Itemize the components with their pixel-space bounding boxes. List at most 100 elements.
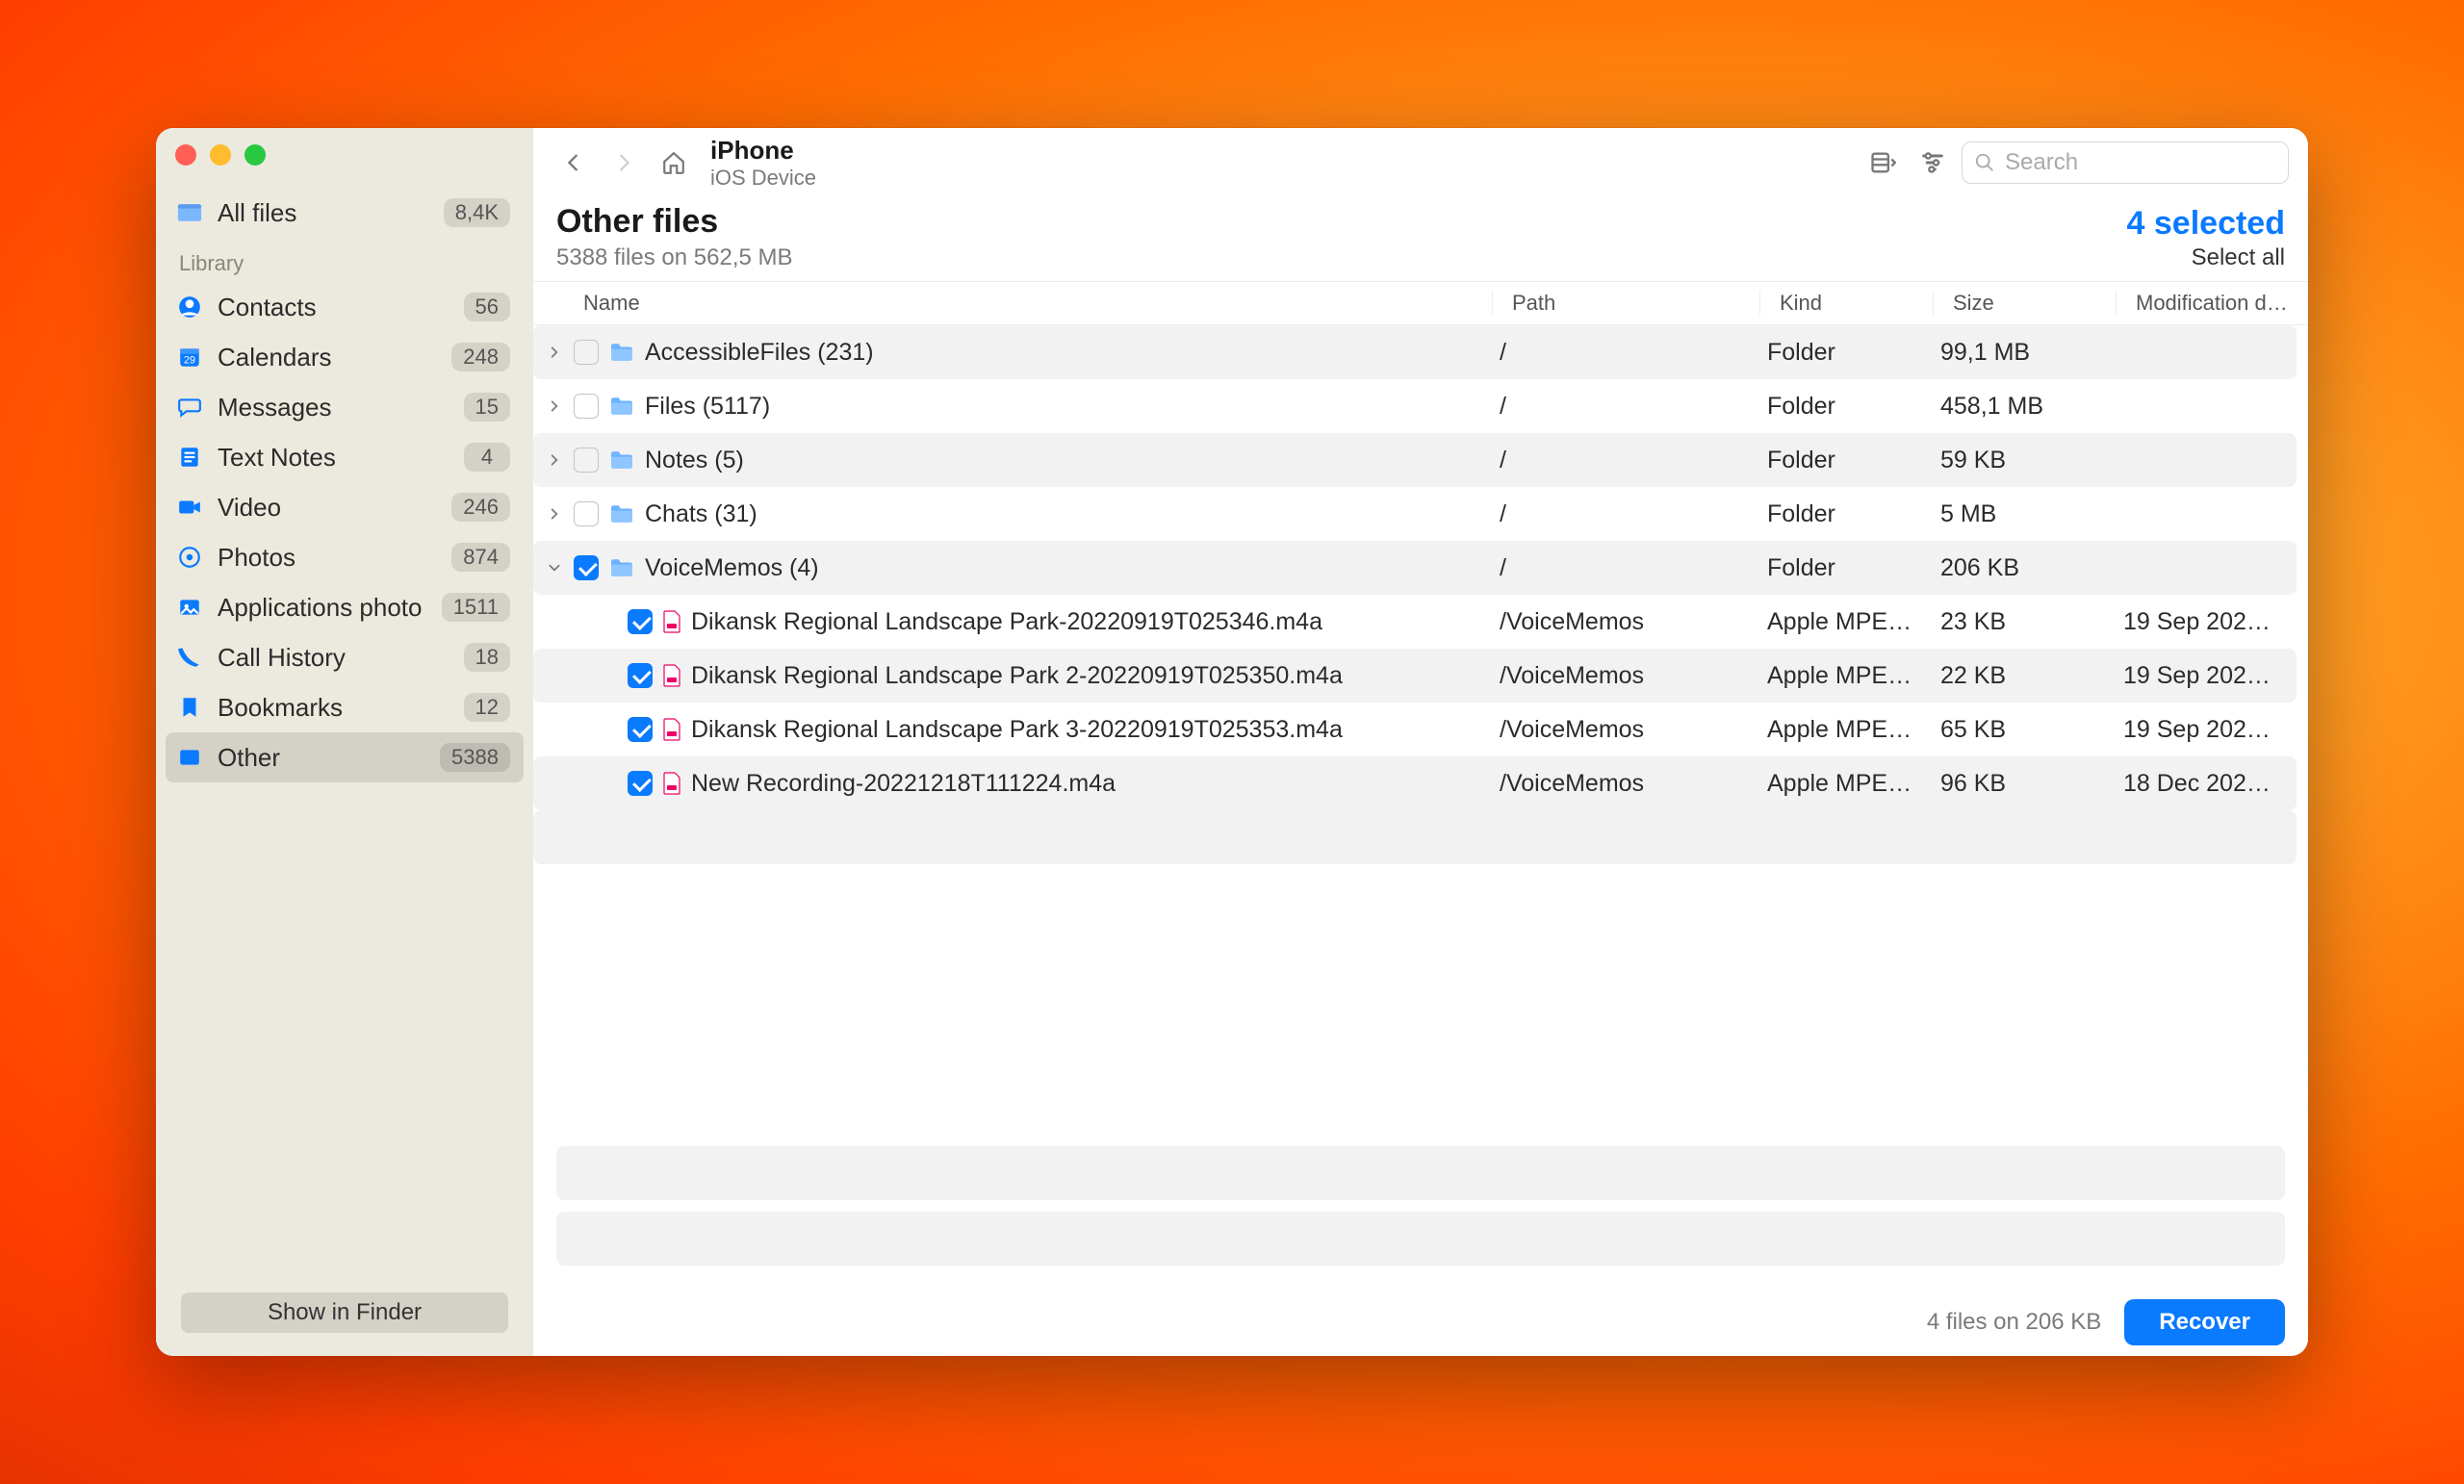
contacts-icon	[175, 293, 204, 321]
back-button[interactable]	[552, 141, 595, 184]
row-checkbox[interactable]	[628, 609, 653, 634]
select-all-button[interactable]: Select all	[2127, 244, 2285, 271]
sidebar-item-count: 15	[464, 393, 510, 422]
folder-icon	[608, 557, 635, 578]
col-mod[interactable]: Modification d…	[2116, 291, 2308, 316]
row-size: 5 MB	[1921, 500, 2104, 528]
row-checkbox[interactable]	[628, 663, 653, 688]
selected-count: 4 selected	[2127, 205, 2285, 243]
view-options-button[interactable]	[1861, 141, 1904, 184]
sidebar-item-calendars[interactable]: 29 Calendars 248	[166, 332, 524, 382]
textnotes-icon	[175, 443, 204, 472]
phone-icon	[175, 643, 204, 672]
sidebar-item-textnotes[interactable]: Text Notes 4	[166, 432, 524, 482]
row-mod: 19 Sep 202…	[2104, 608, 2297, 636]
search-input[interactable]: Search	[1962, 141, 2289, 184]
row-checkbox[interactable]	[574, 555, 599, 580]
row-checkbox[interactable]	[574, 340, 599, 365]
show-in-finder-button[interactable]: Show in Finder	[181, 1292, 508, 1333]
table-row[interactable]: Chats (31)/Folder5 MB	[533, 487, 2297, 541]
row-checkbox[interactable]	[628, 717, 653, 742]
table-body: AccessibleFiles (231)/Folder99,1 MBFiles…	[533, 325, 2308, 1146]
main-pane: iPhone iOS Device Search Other files 538…	[533, 128, 2308, 1356]
sidebar-item-callhistory[interactable]: Call History 18	[166, 632, 524, 682]
table-row[interactable]: AccessibleFiles (231)/Folder99,1 MB	[533, 325, 2297, 379]
row-mod: 19 Sep 202…	[2104, 716, 2297, 744]
row-path: /	[1480, 500, 1748, 528]
sidebar-item-label: Photos	[218, 543, 451, 573]
row-kind: Folder	[1748, 500, 1921, 528]
chevron-right-icon[interactable]	[545, 507, 564, 521]
folder-icon	[608, 396, 635, 417]
forward-button[interactable]	[603, 141, 645, 184]
sidebar-item-count: 56	[464, 293, 510, 321]
chevron-down-icon[interactable]	[545, 561, 564, 575]
row-path: /VoiceMemos	[1480, 608, 1748, 636]
sidebar-item-count: 8,4K	[444, 198, 510, 227]
sidebar-item-video[interactable]: Video 246	[166, 482, 524, 532]
sidebar-item-photos[interactable]: Photos 874	[166, 532, 524, 582]
sidebar-item-appsphoto[interactable]: Applications photo 1511	[166, 582, 524, 632]
row-name: AccessibleFiles (231)	[645, 339, 874, 367]
minimize-icon[interactable]	[210, 144, 231, 166]
row-kind: Apple MPEG…	[1748, 662, 1921, 690]
row-kind: Apple MPEG…	[1748, 608, 1921, 636]
table-row[interactable]: Files (5117)/Folder458,1 MB	[533, 379, 2297, 433]
home-button[interactable]	[653, 141, 695, 184]
row-checkbox[interactable]	[628, 771, 653, 796]
maximize-icon[interactable]	[244, 144, 266, 166]
close-icon[interactable]	[175, 144, 196, 166]
photos-icon	[175, 543, 204, 572]
row-kind: Folder	[1748, 339, 1921, 367]
col-kind[interactable]: Kind	[1759, 291, 1933, 316]
appsphoto-icon	[175, 593, 204, 622]
chevron-right-icon[interactable]	[545, 453, 564, 467]
table-row[interactable]: VoiceMemos (4)/Folder206 KB	[533, 541, 2297, 595]
row-size: 96 KB	[1921, 770, 2104, 798]
row-size: 59 KB	[1921, 447, 2104, 474]
col-size[interactable]: Size	[1933, 291, 2116, 316]
chevron-right-icon[interactable]	[545, 345, 564, 359]
sidebar-item-messages[interactable]: Messages 15	[166, 382, 524, 432]
row-kind: Folder	[1748, 393, 1921, 421]
search-icon	[1974, 152, 1995, 173]
col-path[interactable]: Path	[1492, 291, 1759, 316]
col-name[interactable]: Name	[556, 291, 1492, 316]
row-checkbox[interactable]	[574, 394, 599, 419]
empty-row	[556, 1212, 2285, 1266]
table-row[interactable]: New Recording-20221218T111224.m4a/VoiceM…	[533, 756, 2297, 810]
table-row[interactable]: Dikansk Regional Landscape Park 3-202209…	[533, 703, 2297, 756]
recover-button[interactable]: Recover	[2124, 1299, 2285, 1345]
sidebar-item-contacts[interactable]: Contacts 56	[166, 282, 524, 332]
video-icon	[175, 493, 204, 522]
filter-button[interactable]	[1912, 141, 1954, 184]
sidebar-item-label: Text Notes	[218, 443, 464, 473]
location-subtitle: iOS Device	[710, 166, 816, 191]
row-kind: Folder	[1748, 554, 1921, 582]
sidebar-item-count: 1511	[442, 593, 510, 622]
audio-file-icon	[662, 664, 681, 687]
table-row[interactable]: Dikansk Regional Landscape Park 2-202209…	[533, 649, 2297, 703]
selection-summary: 4 files on 206 KB	[1927, 1309, 2101, 1336]
sidebar-item-other[interactable]: Other 5388	[166, 732, 524, 782]
window-controls	[156, 128, 533, 182]
sidebar-item-bookmarks[interactable]: Bookmarks 12	[166, 682, 524, 732]
table-row[interactable]: Dikansk Regional Landscape Park-20220919…	[533, 595, 2297, 649]
table-row[interactable]: Notes (5)/Folder59 KB	[533, 433, 2297, 487]
sidebar-item-allfiles[interactable]: All files 8,4K	[166, 188, 524, 238]
chevron-right-icon[interactable]	[545, 399, 564, 413]
search-placeholder: Search	[2005, 149, 2078, 176]
folder-icon	[608, 342, 635, 363]
page-header: Other files 5388 files on 562,5 MB 4 sel…	[533, 197, 2308, 281]
sidebar-item-label: Messages	[218, 393, 464, 422]
row-size: 65 KB	[1921, 716, 2104, 744]
other-icon	[175, 743, 204, 772]
sidebar-item-count: 246	[451, 493, 510, 522]
row-path: /VoiceMemos	[1480, 770, 1748, 798]
empty-row	[556, 1146, 2285, 1200]
row-checkbox[interactable]	[574, 448, 599, 473]
row-size: 206 KB	[1921, 554, 2104, 582]
row-checkbox[interactable]	[574, 501, 599, 526]
svg-text:29: 29	[184, 355, 195, 367]
row-size: 22 KB	[1921, 662, 2104, 690]
